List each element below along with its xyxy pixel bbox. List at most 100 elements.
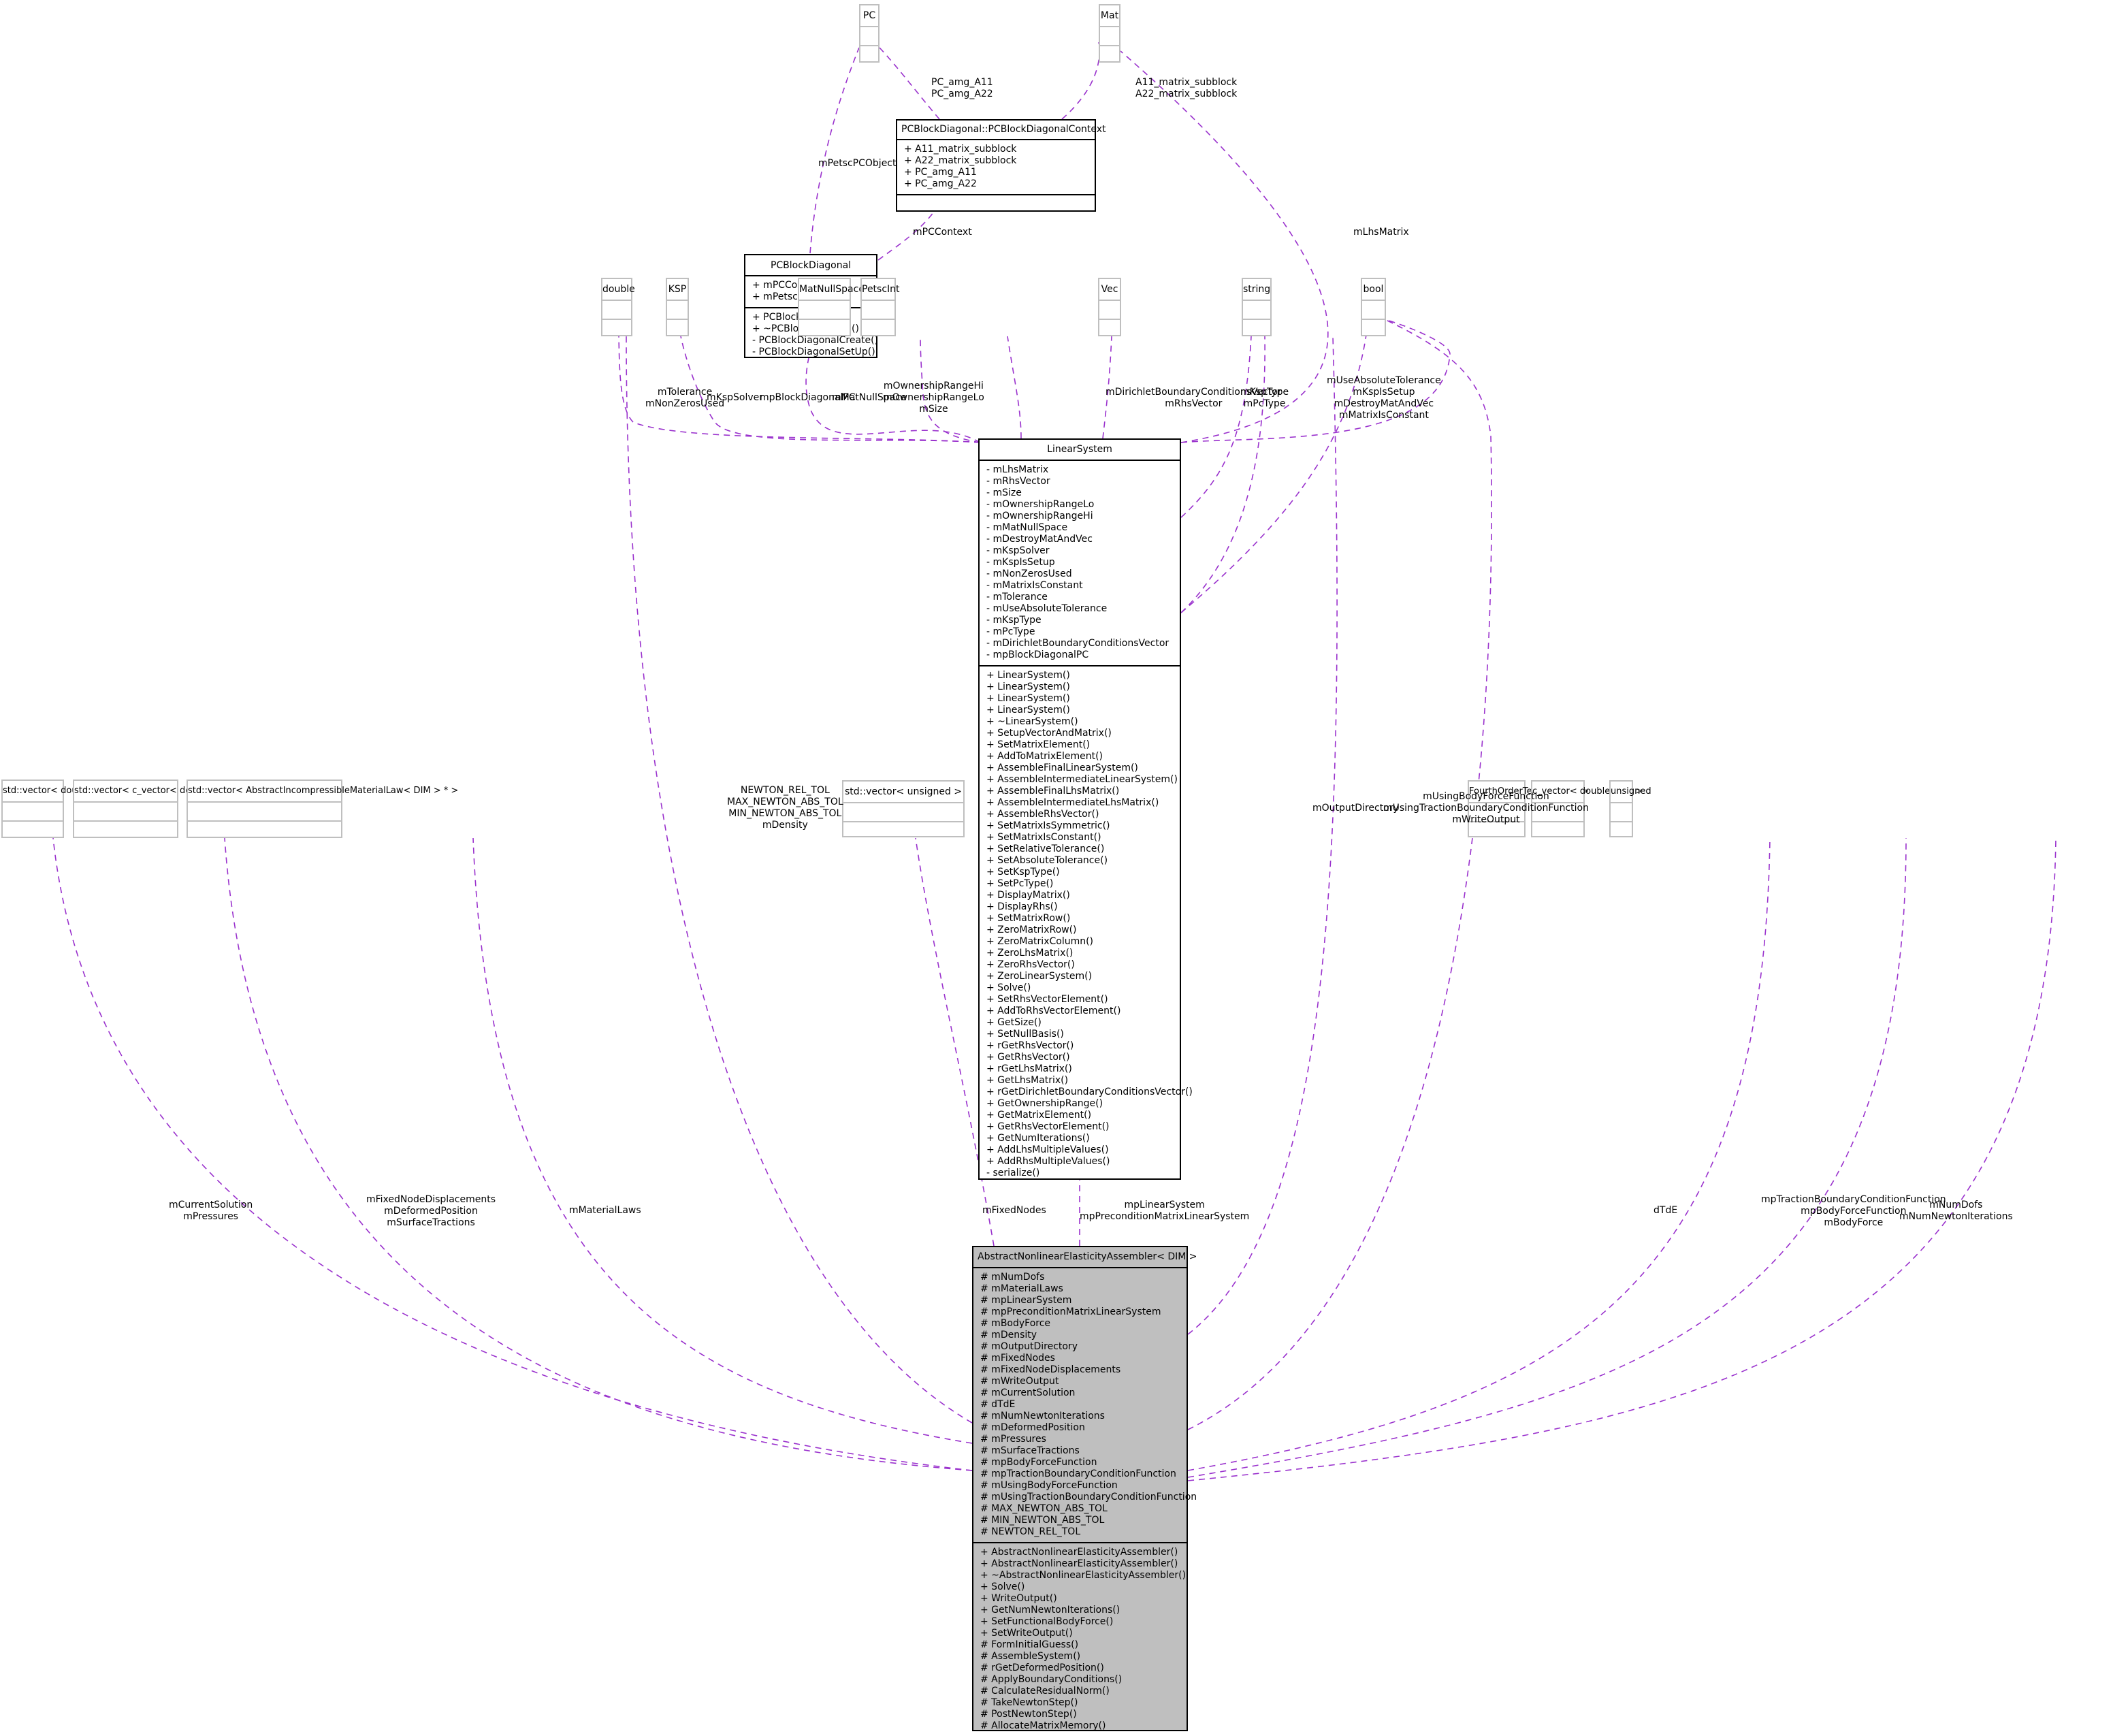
member: + AssembleIntermediateLinearSystem() xyxy=(986,774,1178,785)
member: + PC_amg_A11 xyxy=(904,167,977,178)
edge-label-fixed-displacements: mFixedNodeDisplacements mDeformedPosition… xyxy=(366,1194,496,1229)
edge-label-fixed-nodes: mFixedNodes xyxy=(982,1205,1046,1217)
member: # mUsingBodyForceFunction xyxy=(980,1480,1118,1491)
edge-label-using-functions: mUsingBodyForceFunction mUsingTractionBou… xyxy=(1383,791,1589,826)
edge-label-line: mNumNewtonIterations xyxy=(1899,1211,2013,1222)
edge-fot xyxy=(1187,837,1771,1471)
member: # mpBodyForceFunction xyxy=(980,1457,1097,1468)
member: + AbstractNonlinearElasticityAssembler() xyxy=(980,1547,1178,1558)
edge-bool-assembler xyxy=(1187,319,1492,1430)
edge-label-line: A11_matrix_subblock xyxy=(1135,77,1238,88)
class-double[interactable]: double xyxy=(601,278,635,336)
edge-label-line: mpPreconditionMatrixLinearSystem xyxy=(1080,1211,1250,1222)
edge-label-line: mLhsMatrix xyxy=(1353,227,1409,238)
member: + SetRelativeTolerance() xyxy=(986,843,1105,854)
member: - serialize() xyxy=(986,1168,1040,1178)
member: + GetRhsVectorElement() xyxy=(986,1121,1110,1132)
member: # NEWTON_REL_TOL xyxy=(980,1526,1081,1537)
edge-label-line: mKspIsSetup xyxy=(1353,387,1415,398)
member: + LinearSystem() xyxy=(986,693,1070,704)
class-abstract-nonlinear-elasticity-assembler[interactable]: AbstractNonlinearElasticityAssembler< DI… xyxy=(972,1246,1197,1731)
class-std-vector-unsigned[interactable]: std::vector< unsigned > xyxy=(842,780,965,837)
member: + LinearSystem() xyxy=(986,681,1070,692)
edge-double-assembler xyxy=(626,336,973,1424)
member: # PostNewtonStep() xyxy=(980,1709,1077,1720)
member: # mUsingTractionBoundaryConditionFunctio… xyxy=(980,1492,1197,1502)
member: + ZeroMatrixRow() xyxy=(986,925,1077,935)
class-name: Vec xyxy=(1099,279,1120,301)
member: + ~LinearSystem() xyxy=(986,716,1078,727)
class-std-vector-double[interactable]: std::vector< double > xyxy=(1,779,101,838)
member: + DisplayRhs() xyxy=(986,901,1058,912)
member: # mNumNewtonIterations xyxy=(980,1411,1105,1421)
edge-label-line: mDeformedPosition xyxy=(384,1206,478,1217)
edge-cvector xyxy=(1187,837,1907,1478)
class-std-vector-material-law[interactable]: std::vector< AbstractIncompressibleMater… xyxy=(187,779,458,838)
class-name: PC xyxy=(860,5,878,27)
class-name: PCBlockDiagonal::PCBlockDiagonalContext xyxy=(897,120,1106,140)
member: + AddToMatrixElement() xyxy=(986,751,1103,762)
member: + rGetRhsVector() xyxy=(986,1040,1074,1051)
edge-label-newton-tol: NEWTON_REL_TOL MAX_NEWTON_ABS_TOL MIN_NEWT… xyxy=(727,785,843,831)
member: # MAX_NEWTON_ABS_TOL xyxy=(980,1503,1108,1514)
class-mat[interactable]: Mat xyxy=(1099,4,1120,63)
class-matnullspace[interactable]: MatNullSpace xyxy=(798,278,865,336)
class-linearsystem[interactable]: LinearSystem - mLhsMatrix - mRhsVector - m… xyxy=(978,438,1193,1183)
edge-mat-lhs xyxy=(1120,50,1329,443)
member: + SetPcType() xyxy=(986,878,1054,889)
class-name: unsigned xyxy=(1611,782,1651,803)
edge-label-line: mOwnershipRangeHi xyxy=(883,381,984,391)
member: # mMaterialLaws xyxy=(980,1283,1063,1294)
member: + rGetLhsMatrix() xyxy=(986,1063,1072,1074)
member: # FormInitialGuess() xyxy=(980,1639,1079,1650)
class-ksp[interactable]: KSP xyxy=(666,278,689,336)
member: + Solve() xyxy=(980,1581,1025,1592)
member: + SetWriteOutput() xyxy=(980,1628,1073,1639)
edge-label-line: mDensity xyxy=(762,820,808,831)
class-pc[interactable]: PC xyxy=(859,4,880,63)
class-std-vector-c-vector[interactable]: std::vector< c_vector< double, DIM > > xyxy=(73,779,253,838)
method-list: + LinearSystem() + LinearSystem() + Linear… xyxy=(980,666,1193,1183)
edge-label-string: mKspType mPcType xyxy=(1240,387,1289,410)
member: # mWriteOutput xyxy=(980,1376,1059,1387)
edge-petscint xyxy=(1007,336,1022,439)
class-bool[interactable]: bool xyxy=(1361,278,1386,336)
member: - PCBlockDiagonalSetUp() xyxy=(752,347,875,357)
member: # mDensity xyxy=(980,1330,1037,1340)
member: + SetFunctionalBodyForce() xyxy=(980,1616,1114,1627)
class-name: double xyxy=(602,279,635,301)
member: # mpLinearSystem xyxy=(980,1295,1072,1306)
class-vec[interactable]: Vec xyxy=(1098,278,1121,336)
member: - mKspSolver xyxy=(986,545,1050,556)
member: + SetNullBasis() xyxy=(986,1029,1064,1040)
member: + SetupVectorAndMatrix() xyxy=(986,728,1112,739)
member: + SetRhsVectorElement() xyxy=(986,994,1108,1005)
edge-label-line: mPcType xyxy=(1243,398,1286,409)
edge-label-line: mOwnershipRangeLo xyxy=(883,392,984,403)
member: + LinearSystem() xyxy=(986,670,1070,681)
class-pcblockdiagonal-context[interactable]: PCBlockDiagonal::PCBlockDiagonalContext … xyxy=(896,119,1106,212)
edge-string-1 xyxy=(1180,336,1252,518)
member: + SetKspType() xyxy=(986,867,1060,878)
edge-label-line: MIN_NEWTON_ABS_TOL xyxy=(728,808,842,819)
member: + GetNumNewtonIterations() xyxy=(980,1605,1120,1616)
edge-label-line: mUseAbsoluteTolerance xyxy=(1327,375,1441,386)
member: # mDeformedPosition xyxy=(980,1422,1085,1433)
class-name: MatNullSpace xyxy=(799,279,865,301)
class-unsigned[interactable]: unsigned xyxy=(1609,780,1651,837)
edge-unsigned xyxy=(1187,837,2056,1481)
class-string[interactable]: string xyxy=(1242,278,1272,336)
class-name: AbstractNonlinearElasticityAssembler< DI… xyxy=(973,1247,1197,1268)
class-petscint[interactable]: PetscInt xyxy=(860,278,900,336)
edge-label-pc-amg: PC_amg_A11 PC_amg_A22 xyxy=(931,77,993,100)
member: # mNumDofs xyxy=(980,1272,1045,1283)
method-list: + AbstractNonlinearElasticityAssembler()… xyxy=(973,1543,1187,1736)
edge-label-line: A22_matrix_subblock xyxy=(1135,89,1238,99)
member: - mLhsMatrix xyxy=(986,464,1049,475)
member: + GetRhsVector() xyxy=(986,1052,1070,1063)
member: + AddLhsMultipleValues() xyxy=(986,1144,1109,1155)
member: + LinearSystem() xyxy=(986,705,1070,716)
member: - mMatrixIsConstant xyxy=(986,580,1083,591)
edge-label-petsc-pc-object: mPetscPCObject xyxy=(818,158,897,170)
edge-label-linear-system: mpLinearSystem mpPreconditionMatrixLinear… xyxy=(1080,1200,1249,1223)
